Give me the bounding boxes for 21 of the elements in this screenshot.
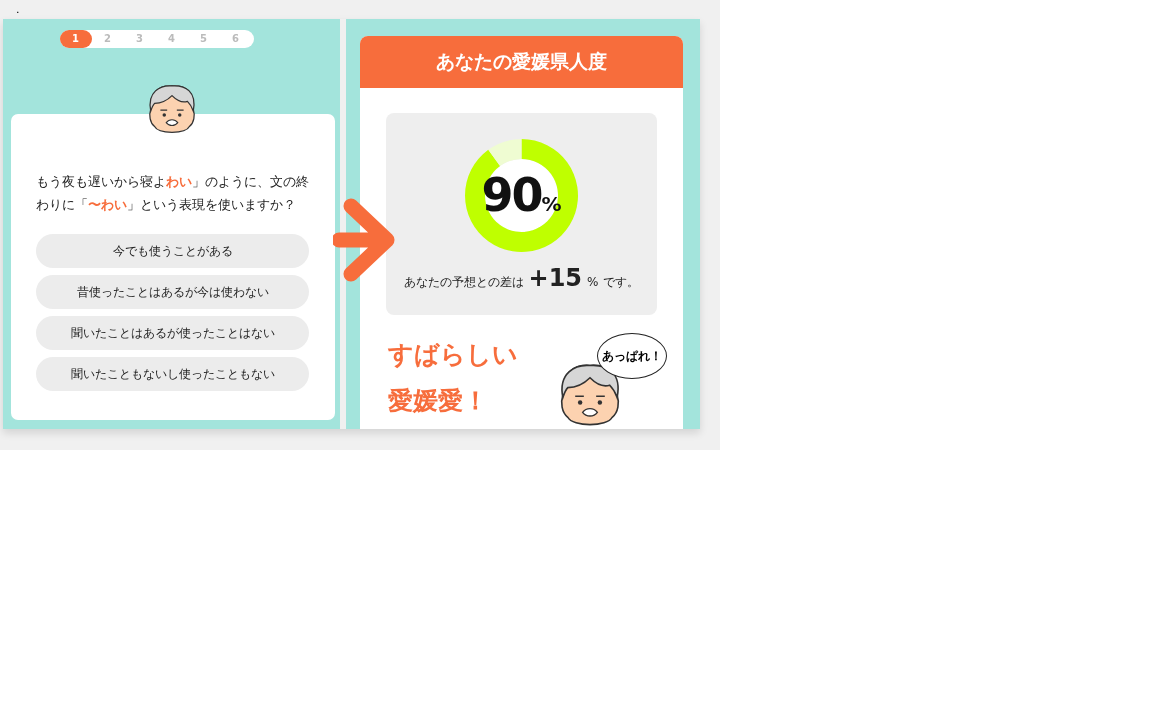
speech-bubble: あっぱれ！ xyxy=(597,333,667,379)
step-indicator: 1 xyxy=(59,30,92,48)
difference-suffix: です。 xyxy=(603,274,640,291)
answer-button[interactable]: 聞いたことはあるが使ったことはない xyxy=(36,316,309,350)
answer-button[interactable]: 昔使ったことはあるが今は使わない xyxy=(36,275,309,309)
step-indicator: 5 xyxy=(199,32,208,46)
difference-unit: % xyxy=(587,275,599,289)
step-indicator: 6 xyxy=(231,32,240,46)
question-text: もう夜も遅いから寝よわい」のように、文の終わりに「〜わい」という表現を使いますか？ xyxy=(36,173,309,214)
difference-label: あなたの予想との差は xyxy=(403,274,524,291)
step-indicator: 2 xyxy=(103,32,112,46)
answer-button[interactable]: 今でも使うことがある xyxy=(36,234,309,268)
result-title: あなたの愛媛県人度 xyxy=(360,36,683,88)
difference-value: +15 xyxy=(528,264,583,292)
arrow-icon xyxy=(333,196,397,284)
step-indicator: 4 xyxy=(167,32,176,46)
step-indicator: 3 xyxy=(135,32,144,46)
verdict-text: すばらしい xyxy=(388,339,519,371)
page-mark: . xyxy=(15,2,21,18)
verdict-text: 愛媛愛！ xyxy=(388,385,489,417)
answer-button[interactable]: 聞いたこともないし使ったこともない xyxy=(36,357,309,391)
